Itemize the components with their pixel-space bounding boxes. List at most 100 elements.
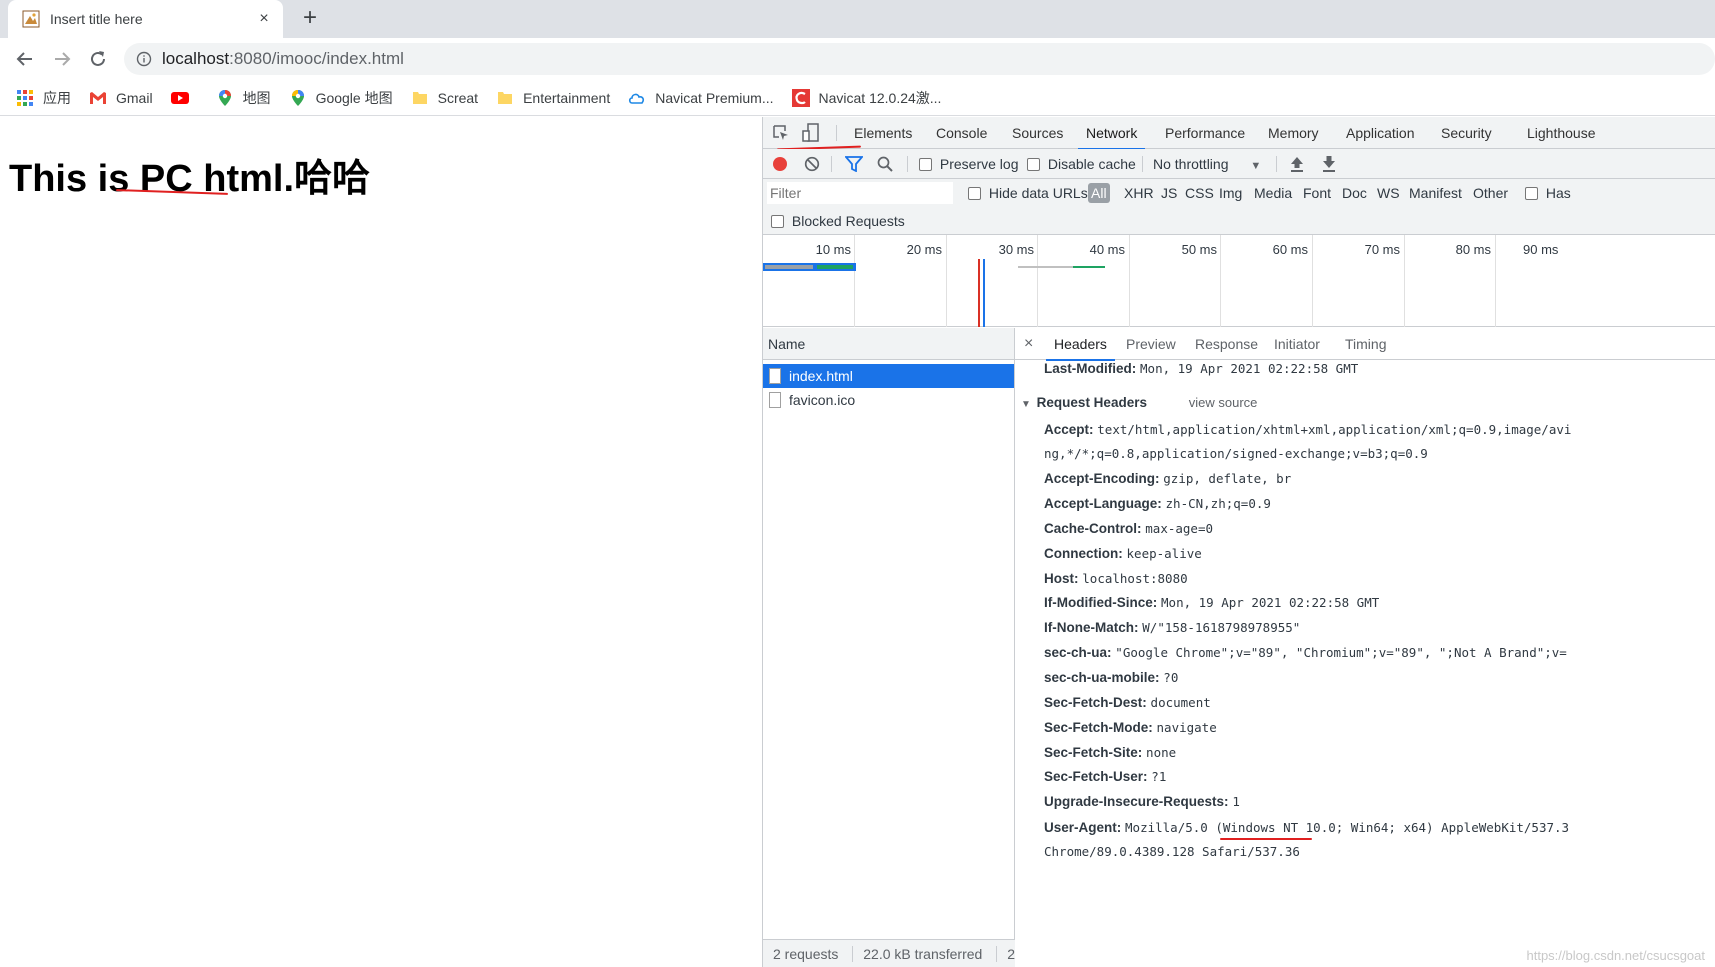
network-overview-timeline[interactable]: 10 ms 20 ms 30 ms 40 ms 50 ms 60 ms 70 m… (763, 235, 1715, 327)
tab-security[interactable]: Security (1441, 117, 1492, 149)
filter-type-font[interactable]: Font (1303, 185, 1331, 201)
bookmark-label: Navicat Premium... (655, 89, 774, 106)
bookmark-maps[interactable]: 地图 (216, 88, 271, 108)
header-name: Sec-Fetch-User: (1044, 769, 1148, 784)
new-tab-button[interactable]: + (298, 6, 322, 30)
record-icon[interactable] (772, 156, 788, 172)
header-value: 1 (1232, 794, 1240, 809)
bookmark-folder-entertainment[interactable]: Entertainment (496, 89, 610, 107)
forward-arrow-icon[interactable] (50, 47, 74, 71)
clear-icon[interactable] (804, 156, 820, 172)
divider (836, 125, 837, 141)
device-toolbar-icon[interactable] (802, 123, 820, 143)
header-line-user-agent-cont: Chrome/89.0.4389.128 Safari/537.36 (1044, 844, 1300, 859)
bookmark-navicat-12[interactable]: Navicat 12.0.24激... (791, 88, 941, 108)
timeline-tick-label: 50 ms (1181, 242, 1217, 257)
timeline-tick (1404, 235, 1405, 327)
has-blocked-cookies-toggle[interactable]: Has (1525, 185, 1571, 201)
header-line-connection: Connection: keep-alive (1044, 546, 1202, 561)
filter-type-img[interactable]: Img (1219, 185, 1242, 201)
bookmarks-bar: 应用 Gmail 地图 Google 地图 Screat Entertainme… (0, 80, 1715, 116)
has-blocked-cookies-label: Has (1545, 185, 1571, 201)
site-info-icon[interactable] (136, 51, 152, 67)
details-tab-timing[interactable]: Timing (1345, 328, 1387, 360)
filter-funnel-icon[interactable] (845, 156, 863, 172)
details-tab-response[interactable]: Response (1195, 328, 1258, 360)
timeline-tick (1037, 235, 1038, 327)
disable-cache-checkbox[interactable] (1027, 158, 1040, 171)
throttling-select[interactable]: No throttling ▼ (1153, 156, 1261, 172)
details-tab-initiator[interactable]: Initiator (1274, 328, 1320, 360)
search-icon[interactable] (877, 156, 893, 172)
triangle-down-icon: ▼ (1021, 399, 1031, 410)
request-list-header[interactable]: Name (763, 328, 1014, 360)
gmail-icon (90, 91, 106, 104)
address-bar[interactable]: localhost:8080/imooc/index.html (124, 43, 1715, 75)
hide-data-urls-checkbox[interactable] (968, 187, 981, 200)
timeline-tick-label: 90 ms (1523, 242, 1563, 257)
blocked-requests-checkbox[interactable] (771, 215, 784, 228)
tab-title: Insert title here (50, 11, 143, 27)
header-name: Accept-Language: (1044, 496, 1162, 511)
preserve-log-checkbox[interactable] (919, 158, 932, 171)
blocked-requests-toggle[interactable]: Blocked Requests (771, 213, 905, 229)
tab-sources[interactable]: Sources (1012, 117, 1063, 149)
hide-data-urls-toggle[interactable]: Hide data URLs (968, 185, 1088, 201)
header-line-upgrade-insecure-requests: Upgrade-Insecure-Requests: 1 (1044, 794, 1240, 809)
filter-type-doc[interactable]: Doc (1342, 185, 1367, 201)
filter-type-other[interactable]: Other (1473, 185, 1508, 201)
header-name: sec-ch-ua-mobile: (1044, 670, 1160, 685)
timeline-tick (854, 235, 855, 327)
tab-application[interactable]: Application (1346, 117, 1415, 149)
filter-input[interactable] (767, 182, 953, 204)
back-arrow-icon[interactable] (13, 47, 37, 71)
details-tab-preview[interactable]: Preview (1126, 328, 1176, 360)
request-row-index-html[interactable]: index.html (763, 364, 1014, 388)
filter-type-all[interactable]: All (1088, 183, 1110, 203)
request-summary-bar: 2 requests 22.0 kB transferred 21. (763, 939, 1015, 967)
bookmark-navicat-premium[interactable]: Navicat Premium... (628, 89, 774, 107)
disable-cache-toggle[interactable]: Disable cache (1027, 156, 1136, 172)
disable-cache-label: Disable cache (1047, 156, 1136, 172)
filter-type-js[interactable]: JS (1161, 185, 1177, 201)
tab-close-icon[interactable]: × (255, 10, 273, 28)
preserve-log-toggle[interactable]: Preserve log (919, 156, 1018, 172)
header-line-sec-ch-ua-mobile: sec-ch-ua-mobile: ?0 (1044, 670, 1178, 685)
details-tab-headers[interactable]: Headers (1046, 328, 1115, 361)
filter-type-ws[interactable]: WS (1377, 185, 1400, 201)
has-blocked-cookies-checkbox[interactable] (1525, 187, 1538, 200)
header-value: Mon, 19 Apr 2021 02:22:58 GMT (1161, 595, 1380, 610)
reload-icon[interactable] (86, 47, 110, 71)
bookmark-folder-screat[interactable]: Screat (411, 89, 478, 107)
transferred-size: 22.0 kB transferred (852, 946, 983, 962)
tab-console[interactable]: Console (936, 117, 987, 149)
view-source-link[interactable]: view source (1189, 395, 1258, 410)
tab-network[interactable]: Network (1077, 117, 1146, 150)
inspect-element-icon[interactable] (772, 124, 790, 142)
export-har-icon[interactable] (1321, 155, 1337, 173)
bookmark-gmail[interactable]: Gmail (89, 89, 153, 107)
browser-tab[interactable]: Insert title here × (8, 0, 283, 38)
close-details-icon[interactable]: × (1024, 328, 1033, 360)
timeline-bar-wait (765, 265, 813, 269)
header-value: "Google Chrome";v="89", "Chromium";v="89… (1115, 645, 1567, 660)
document-file-icon (769, 392, 781, 408)
tab-memory[interactable]: Memory (1268, 117, 1319, 149)
timeline-tick-label: 40 ms (1089, 242, 1125, 257)
tab-lighthouse[interactable]: Lighthouse (1527, 117, 1596, 149)
bookmark-youtube[interactable] (170, 89, 198, 107)
tab-performance[interactable]: Performance (1165, 117, 1245, 149)
resources-size: 21. (996, 946, 1015, 962)
filter-type-xhr[interactable]: XHR (1124, 185, 1154, 201)
bookmark-label: Entertainment (523, 89, 611, 106)
bookmark-apps[interactable]: 应用 (16, 88, 71, 108)
bookmark-google-maps[interactable]: Google 地图 (289, 88, 393, 108)
filter-type-manifest[interactable]: Manifest (1409, 185, 1462, 201)
request-row-favicon[interactable]: favicon.ico (763, 388, 1014, 412)
filter-type-css[interactable]: CSS (1185, 185, 1214, 201)
tab-elements[interactable]: Elements (854, 117, 912, 149)
filter-type-media[interactable]: Media (1254, 185, 1292, 201)
bookmark-label: Google 地图 (315, 89, 393, 106)
import-har-icon[interactable] (1289, 155, 1305, 173)
request-headers-section-toggle[interactable]: ▼ Request Headers view source (1021, 395, 1257, 410)
